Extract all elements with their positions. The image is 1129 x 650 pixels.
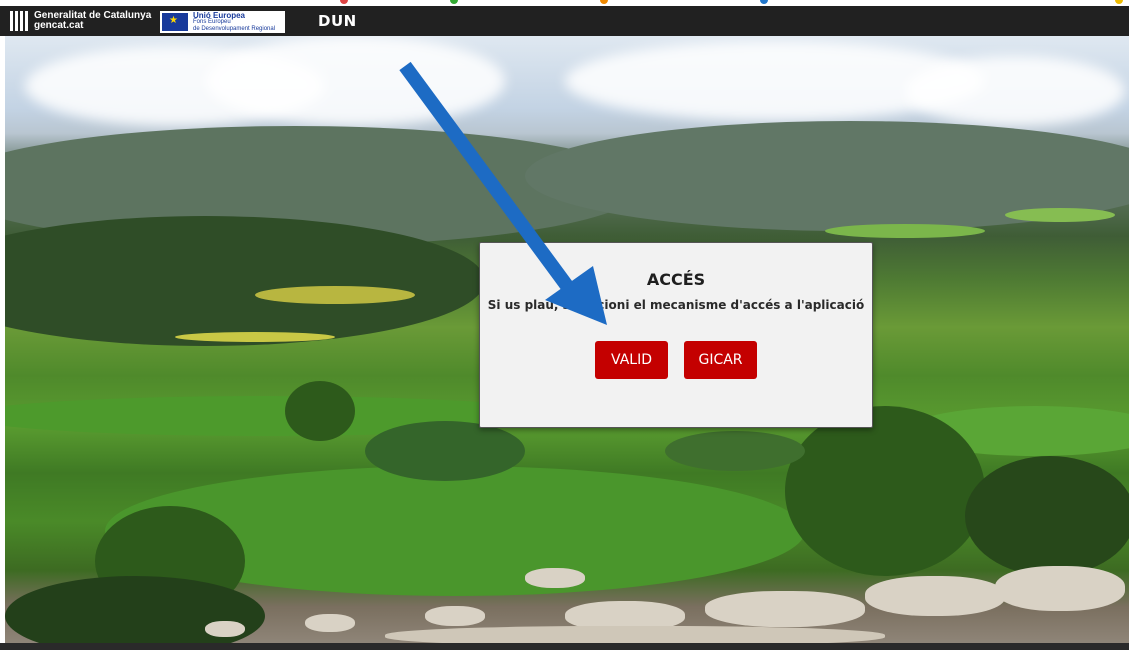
eu-subtitle-1: Fons Europeu [193,18,231,25]
valid-button[interactable]: VALID [595,341,668,379]
dialog-message: Si us plau, seleccioni el mecanisme d'ac… [487,298,865,312]
eu-logo: Unió Europea Fons Europeu de Desenvolupa… [160,11,285,33]
eu-subtitle-2: de Desenvolupament Regional [193,25,276,32]
toolbar-icon [1115,0,1123,4]
eu-flag-icon [162,13,188,31]
gencat-logo[interactable]: Generalitat de Catalunya gencat.cat [10,9,151,33]
site-footer [0,643,1129,650]
gencat-bars-icon [10,11,28,31]
brand-domain: gencat.cat [34,20,84,31]
eu-title: Unió Europea [193,10,246,20]
dialog-title: ACCÉS [646,270,706,289]
toolbar-icon [760,0,768,4]
gicar-button[interactable]: GICAR [684,341,757,379]
access-dialog: ACCÉS Si us plau, seleccioni el mecanism… [479,242,873,428]
toolbar-icon [340,0,348,4]
toolbar-icon [600,0,608,4]
site-header: Generalitat de Catalunya gencat.cat Unió… [0,6,1129,36]
toolbar-icon [450,0,458,4]
app-title: DUN [318,12,357,30]
